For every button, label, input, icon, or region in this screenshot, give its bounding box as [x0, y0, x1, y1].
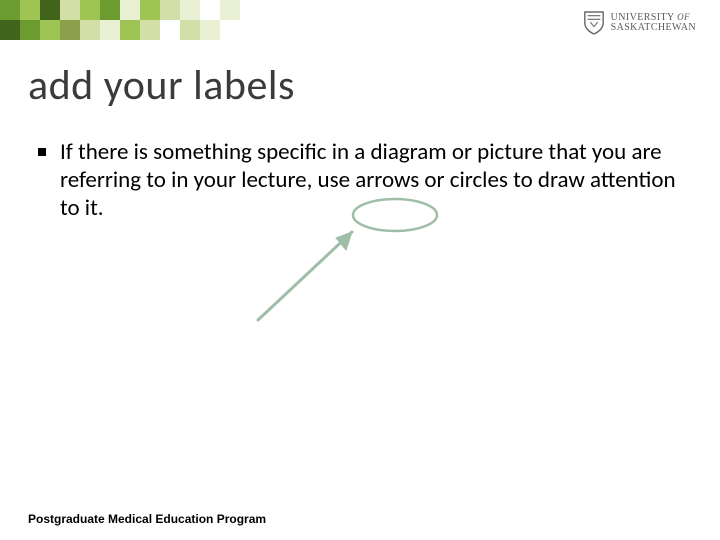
slide-body: If there is something specific in a diag…	[38, 138, 680, 222]
bullet-text: If there is something specific in a diag…	[60, 138, 680, 222]
bullet-item: If there is something specific in a diag…	[38, 138, 680, 222]
slide: UNIVERSITY OF SASKATCHEWAN add your labe…	[0, 0, 720, 540]
header-strip: UNIVERSITY OF SASKATCHEWAN	[0, 0, 720, 40]
university-top: UNIVERSITY	[611, 12, 678, 23]
university-bottom: SASKATCHEWAN	[611, 23, 696, 34]
footer-text: Postgraduate Medical Education Program	[28, 512, 266, 526]
slide-title: add your labels	[28, 60, 295, 111]
shield-icon	[583, 10, 605, 36]
university-logo: UNIVERSITY OF SASKATCHEWAN	[583, 10, 696, 36]
university-name: UNIVERSITY OF SASKATCHEWAN	[611, 13, 696, 34]
bullet-square-icon	[38, 148, 46, 156]
mosaic-graphic	[0, 0, 260, 40]
university-of: OF	[677, 12, 690, 22]
arrow-annotation	[258, 232, 352, 320]
